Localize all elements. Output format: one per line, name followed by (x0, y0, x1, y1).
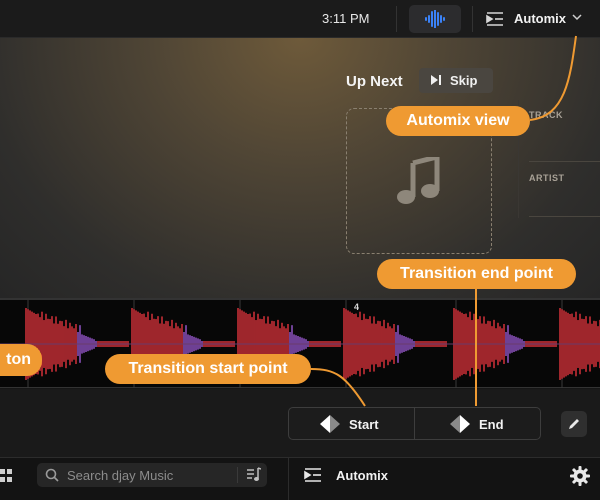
playlist-icon[interactable] (247, 467, 261, 483)
transition-start-icon[interactable] (320, 415, 340, 433)
pencil-icon (569, 419, 579, 429)
gear-icon[interactable] (570, 466, 590, 486)
chevron-down-icon[interactable] (572, 13, 582, 21)
top-bar: 3:11 PM Automix (0, 0, 600, 38)
track-info-panel: TRACK ARTIST (518, 100, 600, 218)
track-label: TRACK (529, 110, 563, 120)
edit-button[interactable] (561, 411, 587, 437)
search-input[interactable]: Search djay Music (67, 468, 173, 483)
up-next-heading: Up Next (346, 73, 403, 90)
automix-mode-selector[interactable]: Automix (514, 11, 566, 26)
music-note-icon (397, 157, 440, 204)
transition-start-button[interactable]: Start (349, 417, 379, 432)
automix-icon (304, 468, 321, 482)
skip-forward-icon (431, 75, 441, 85)
divider (529, 216, 600, 217)
artist-label: ARTIST (529, 173, 565, 183)
waveform-view-button[interactable] (409, 5, 461, 33)
divider (396, 6, 397, 32)
skip-button[interactable]: Skip (419, 68, 493, 93)
grid-icon[interactable] (0, 469, 12, 483)
divider (414, 408, 415, 439)
waveform-icon (425, 10, 445, 28)
clock: 3:11 PM (322, 11, 370, 26)
divider (237, 467, 238, 483)
automix-icon (486, 12, 503, 26)
beat-marker-label: 4 (354, 302, 360, 312)
transition-end-icon[interactable] (450, 415, 470, 433)
callout-automix-view: Automix view (386, 106, 530, 136)
automix-tab[interactable]: Automix (336, 468, 388, 483)
divider (288, 457, 289, 500)
search-icon (45, 468, 59, 482)
callout-transition-end: Transition end point (377, 259, 576, 289)
divider (529, 161, 600, 162)
transition-end-button[interactable]: End (479, 417, 504, 432)
skip-label: Skip (450, 73, 478, 88)
divider (472, 6, 473, 32)
search-field[interactable]: Search djay Music (37, 463, 267, 487)
callout-transition-start: Transition start point (105, 354, 311, 384)
callout-partial: ton (0, 344, 42, 376)
